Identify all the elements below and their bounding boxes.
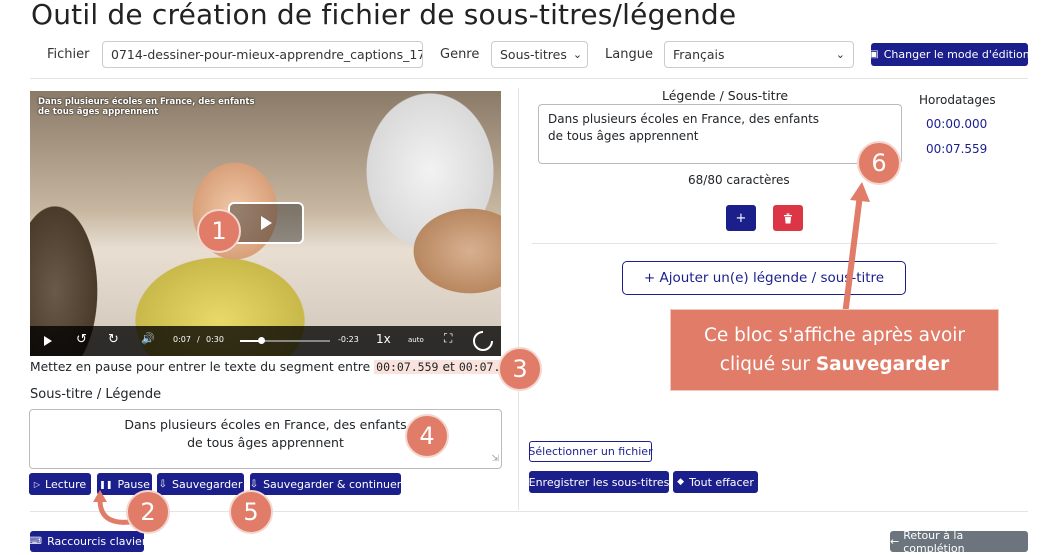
callout-arrow (842, 194, 863, 316)
pause-arrowhead (93, 490, 107, 502)
annotation-arrows (93, 182, 870, 525)
annotation-badge-6: 6 (857, 141, 901, 185)
callout-bold: Sauvegarder (815, 354, 950, 375)
annotation-badge-2: 2 (126, 490, 170, 534)
callout-box: Ce bloc s'affiche après avoir cliqué sur… (670, 309, 999, 391)
annotation-badge-3: 3 (498, 347, 542, 391)
callout-arrowhead (850, 182, 870, 202)
annotation-badge-1: 1 (197, 209, 241, 253)
annotation-badge-5: 5 (229, 490, 273, 534)
annotation-badge-4: 4 (405, 414, 449, 458)
callout-line2: cliqué sur Sauvegarder (719, 354, 950, 375)
callout-line1: Ce bloc s'affiche après avoir (703, 325, 966, 346)
